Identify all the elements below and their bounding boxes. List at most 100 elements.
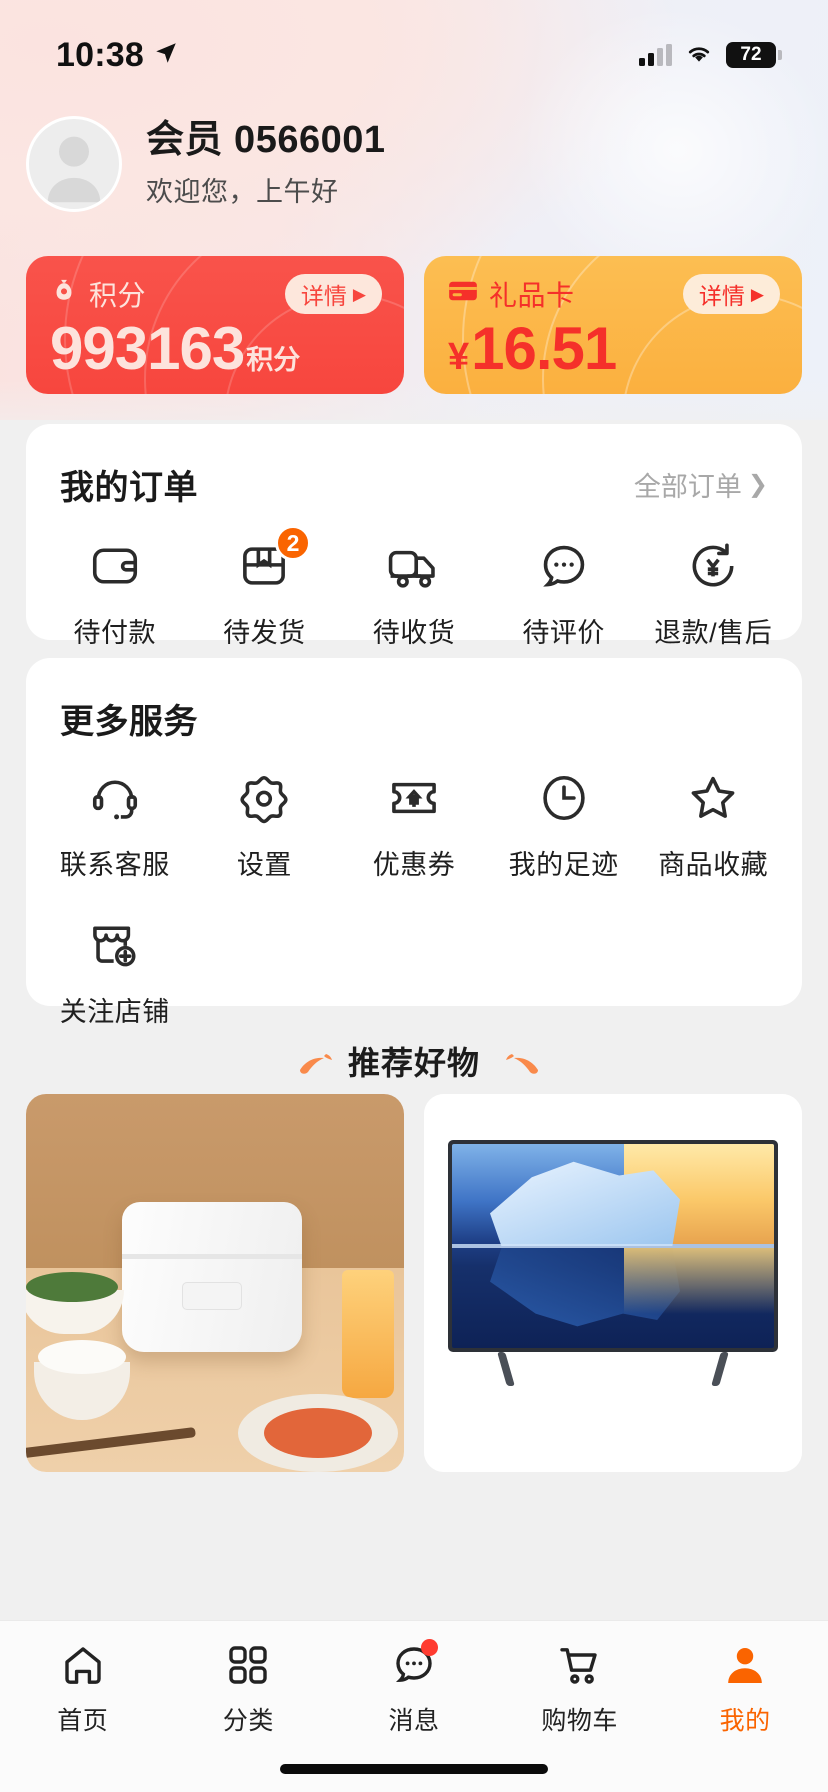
coupon-ticket-icon <box>385 769 443 827</box>
recommend-header: 推荐好物 <box>0 1038 828 1084</box>
status-bar-left: 10:38 <box>56 36 179 75</box>
chevron-right-icon: ▶ <box>352 284 366 304</box>
television-screen <box>452 1144 774 1348</box>
service-item-label: 商品收藏 <box>658 850 769 880</box>
balance-cards: 积分 详情 ▶ 993163 积分 礼品卡 详情 ▶ ¥ 16.51 <box>0 256 828 394</box>
tab-label: 购物车 <box>541 1707 618 1735</box>
tab-profile[interactable]: 我的 <box>662 1639 828 1737</box>
all-orders-link[interactable]: 全部订单 ❯ <box>634 465 768 504</box>
status-bar: 10:38 72 <box>0 0 828 92</box>
points-value: 993163 <box>50 315 245 382</box>
shop-add-icon <box>86 916 144 974</box>
recommend-title: 推荐好物 <box>347 1045 480 1081</box>
cellular-signal-icon <box>639 44 672 66</box>
chevron-right-icon: ▶ <box>750 284 764 304</box>
services-panel: 更多服务 联系客服 设置 优惠券 我的足迹 商品收藏 关注店铺 <box>26 658 802 1027</box>
order-badge-count: 2 <box>274 525 312 561</box>
services-header: 更多服务 <box>26 658 802 743</box>
vegetable-bowl-shape <box>26 1272 124 1334</box>
gear-icon <box>235 769 293 827</box>
services-grid: 联系客服 设置 优惠券 我的足迹 商品收藏 关注店铺 <box>26 743 802 1039</box>
points-card[interactable]: 积分 详情 ▶ 993163 积分 <box>26 256 404 394</box>
orders-panel: 我的订单 全部订单 ❯ 待付款 2 待发货 待收货 待评价 退款/售后 <box>26 424 802 648</box>
points-detail-button[interactable]: 详情 ▶ <box>284 274 382 314</box>
tab-label: 消息 <box>388 1707 440 1735</box>
service-item-label: 联系客服 <box>59 850 170 880</box>
service-item-coupons[interactable]: 优惠券 <box>339 769 489 882</box>
message-unread-dot <box>420 1639 438 1656</box>
tab-messages[interactable]: 消息 <box>331 1639 497 1737</box>
tab-cart[interactable]: 购物车 <box>497 1639 663 1737</box>
avatar[interactable] <box>26 116 122 212</box>
orders-title: 我的订单 <box>60 469 198 507</box>
iceberg-shape <box>490 1161 680 1246</box>
chevron-right-icon: ❯ <box>747 471 768 498</box>
headset-icon <box>86 769 144 827</box>
product-card[interactable] <box>26 1094 404 1472</box>
service-item-label: 优惠券 <box>372 850 456 880</box>
gift-card-value-group: ¥ 16.51 <box>448 316 780 382</box>
gift-card-detail-button[interactable]: 详情 ▶ <box>682 274 780 314</box>
service-item-contact-support[interactable]: 联系客服 <box>40 769 190 882</box>
points-value-group: 993163 积分 <box>50 316 382 382</box>
tab-label: 分类 <box>222 1707 274 1735</box>
grid-category-icon <box>222 1639 274 1691</box>
service-item-browsing-history[interactable]: 我的足迹 <box>489 769 639 882</box>
gift-card-currency: ¥ <box>448 336 470 378</box>
crab-plate-shape <box>238 1394 398 1472</box>
gift-card-label-group: 礼品卡 <box>448 274 575 314</box>
all-orders-label: 全部订单 <box>633 472 742 502</box>
person-icon <box>719 1639 771 1691</box>
rice-cooker-product-image <box>26 1094 404 1472</box>
service-item-settings[interactable]: 设置 <box>190 769 340 882</box>
credit-card-icon <box>448 278 478 310</box>
juice-glass-shape <box>342 1270 394 1398</box>
user-greeting: 欢迎您，上午好 <box>146 177 339 208</box>
orders-grid: 待付款 2 待发货 待收货 待评价 退款/售后 <box>26 509 802 680</box>
service-item-followed-shops[interactable]: 关注店铺 <box>40 916 190 1029</box>
money-bag-icon <box>50 277 78 312</box>
points-value-suffix: 积分 <box>246 345 301 375</box>
order-item-label: 待付款 <box>73 618 157 648</box>
user-avatar-placeholder <box>47 136 101 203</box>
user-header[interactable]: 会员 0566001 欢迎您，上午好 <box>0 112 828 216</box>
tab-category[interactable]: 分类 <box>166 1639 332 1737</box>
gift-card-card[interactable]: 礼品卡 详情 ▶ ¥ 16.51 <box>424 256 802 394</box>
app-screen: 10:38 72 会员 0566001 欢迎您，上午好 积分 详情 ▶ 9931… <box>0 0 828 1792</box>
order-item-pending-payment[interactable]: 待付款 <box>40 537 190 650</box>
service-item-label: 关注店铺 <box>59 997 170 1027</box>
wallet-icon <box>86 537 144 595</box>
star-icon <box>684 769 742 827</box>
tab-home[interactable]: 首页 <box>0 1639 166 1737</box>
gift-card-value: 16.51 <box>471 315 617 382</box>
service-item-label: 设置 <box>236 850 292 880</box>
order-item-label: 待收货 <box>372 618 456 648</box>
location-arrow-icon <box>153 40 179 71</box>
order-item-pending-receipt[interactable]: 待收货 <box>339 537 489 650</box>
service-item-favorites[interactable]: 商品收藏 <box>638 769 788 882</box>
television-shape <box>448 1140 778 1352</box>
leaf-decoration-icon <box>296 1050 332 1074</box>
shopping-cart-icon <box>554 1639 606 1691</box>
delivery-truck-icon <box>385 537 443 595</box>
recommend-products <box>26 1094 802 1472</box>
status-bar-time: 10:38 <box>56 35 144 74</box>
leaf-decoration-icon <box>498 1050 538 1074</box>
battery-level-text: 72 <box>740 44 762 65</box>
user-name: 会员 0566001 <box>146 118 386 161</box>
product-card[interactable] <box>424 1094 802 1472</box>
battery-indicator: 72 <box>726 42 782 68</box>
gift-card-label: 礼品卡 <box>489 280 575 311</box>
home-indicator <box>280 1764 548 1774</box>
wifi-icon <box>684 41 714 70</box>
package-box-icon: 2 <box>235 525 312 595</box>
status-bar-right: 72 <box>639 41 782 70</box>
chopsticks-shape <box>26 1427 196 1459</box>
points-card-label-group: 积分 <box>50 274 146 314</box>
order-item-pending-review[interactable]: 待评价 <box>489 537 639 650</box>
services-title: 更多服务 <box>60 703 198 741</box>
tab-label: 首页 <box>57 1707 109 1735</box>
order-item-pending-shipment[interactable]: 2 待发货 <box>190 525 340 650</box>
order-item-label: 退款/售后 <box>654 618 773 648</box>
order-item-refund-aftersales[interactable]: 退款/售后 <box>638 537 788 650</box>
